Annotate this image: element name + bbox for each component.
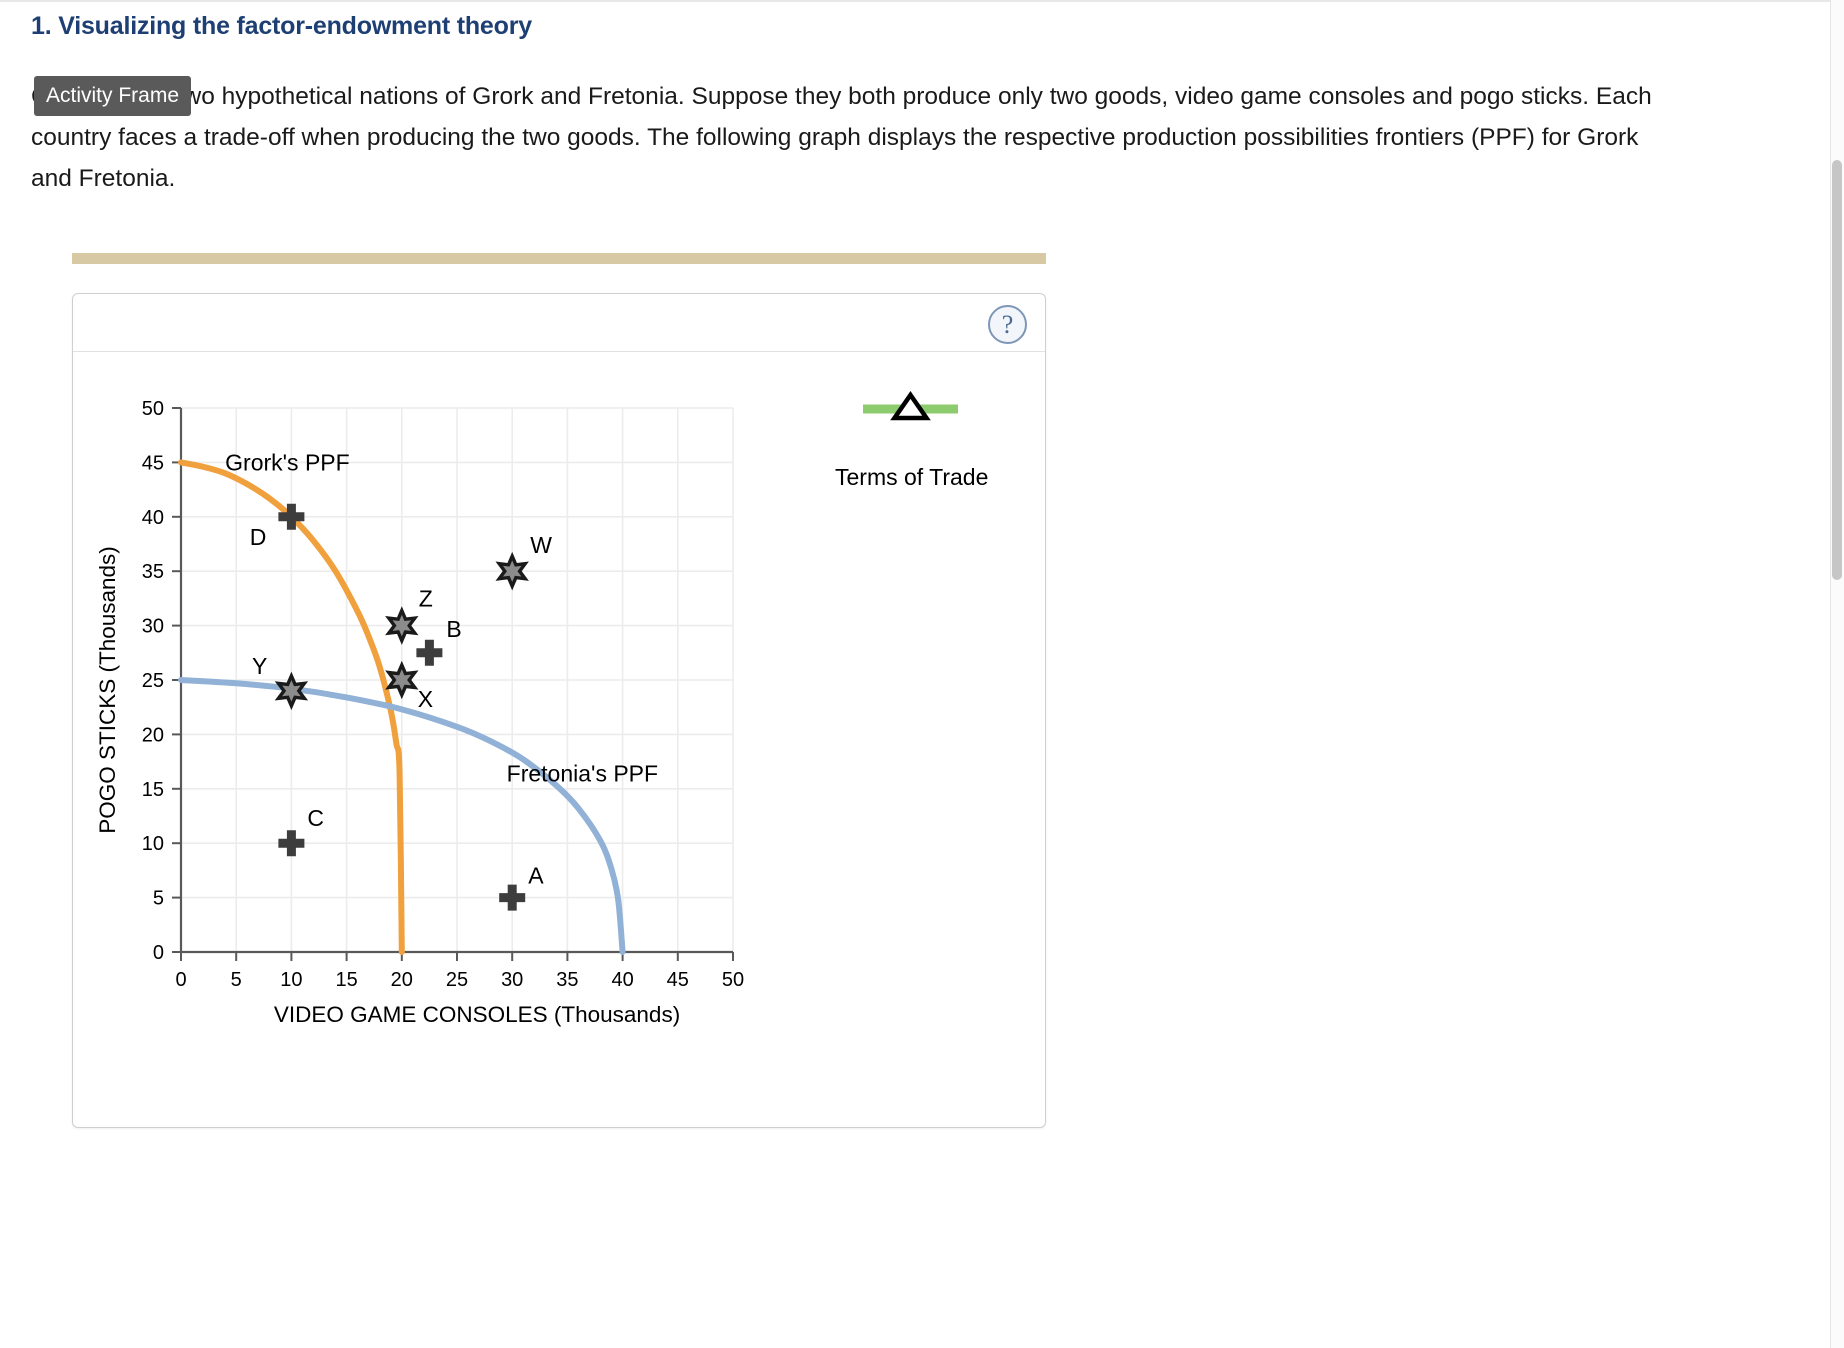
point-label: C (307, 805, 324, 831)
y-tick-label: 50 (142, 398, 164, 420)
x-tick-label: 0 (175, 969, 186, 991)
chart-gridlines (181, 407, 734, 952)
x-tick-label: 30 (501, 969, 523, 991)
x-tick-label: 10 (280, 969, 302, 991)
chart-legend: Terms of Trade (835, 391, 988, 490)
page-scrollbar[interactable] (1830, 0, 1844, 1348)
point-label: Z (419, 586, 433, 612)
ppf-chart: 0 5 10 15 20 25 30 35 40 45 50 0 5 10 15 20 25 30 35 40 45 50… (95, 391, 988, 1027)
legend-label: Terms of Trade (835, 464, 988, 490)
star-marker (495, 551, 529, 591)
y-tick-label: 5 (153, 888, 164, 910)
chart-ticks: 0 5 10 15 20 25 30 35 40 45 50 0 5 10 15 20 25 30 35 40 45 50 (142, 398, 744, 991)
graph-panel-header (73, 294, 1045, 352)
question-paragraph: Consider the two hypothetical nations of… (31, 76, 1844, 199)
point-label: X (418, 686, 433, 712)
ppf-curve-label: Fretonia's PPF (507, 761, 658, 787)
paragraph-line-2: country faces a trade-off when producing… (31, 124, 1639, 151)
x-tick-label: 40 (611, 969, 633, 991)
point-label: W (530, 532, 552, 558)
y-tick-label: 40 (142, 507, 164, 529)
top-divider (0, 0, 1832, 2)
y-tick-label: 0 (153, 942, 164, 964)
activity-frame-tooltip: Activity Frame (34, 76, 192, 116)
y-tick-label: 10 (142, 833, 164, 855)
page-title: 1. Visualizing the factor-endowment theo… (31, 12, 532, 40)
x-tick-label: 50 (722, 969, 744, 991)
x-tick-label: 25 (446, 969, 468, 991)
y-tick-label: 30 (142, 616, 164, 638)
x-tick-label: 15 (335, 969, 357, 991)
point-label: Y (252, 653, 267, 679)
help-icon[interactable]: ? (988, 305, 1027, 344)
x-tick-label: 35 (556, 969, 578, 991)
paragraph-line-1: Consider the two hypothetical nations of… (31, 83, 1652, 110)
x-axis-title: VIDEO GAME CONSOLES (Thousands) (274, 1002, 680, 1027)
point-label: A (528, 863, 544, 889)
y-tick-label: 15 (142, 779, 164, 801)
y-tick-label: 20 (142, 724, 164, 746)
plus-marker (416, 639, 443, 666)
x-tick-label: 45 (667, 969, 689, 991)
chart-area: 0 5 10 15 20 25 30 35 40 45 50 0 5 10 15 20 25 30 35 40 45 50… (73, 352, 1045, 1127)
x-tick-label: 5 (231, 969, 242, 991)
point-label: D (250, 524, 267, 550)
graph-panel: ? 0 5 10 15 20 25 30 35 40 45 50 0 5 10 15 20 25 30 35 40 45… (72, 293, 1046, 1128)
y-tick-label: 45 (142, 452, 164, 474)
plus-marker (499, 884, 526, 911)
section-accent-bar (72, 253, 1046, 264)
plus-marker (278, 830, 305, 857)
paragraph-line-3: and Fretonia. (31, 165, 176, 192)
star-marker (385, 660, 419, 700)
star-marker (385, 606, 419, 645)
point-label: B (446, 616, 461, 642)
y-tick-label: 35 (142, 561, 164, 583)
ppf-curve-label: Grork's PPF (225, 449, 350, 475)
scrollbar-thumb[interactable] (1832, 160, 1842, 580)
x-tick-label: 20 (391, 969, 413, 991)
page-root: 1. Visualizing the factor-endowment theo… (0, 0, 1844, 1348)
y-tick-label: 25 (142, 670, 164, 692)
y-axis-title: POGO STICKS (Thousands) (95, 546, 120, 834)
